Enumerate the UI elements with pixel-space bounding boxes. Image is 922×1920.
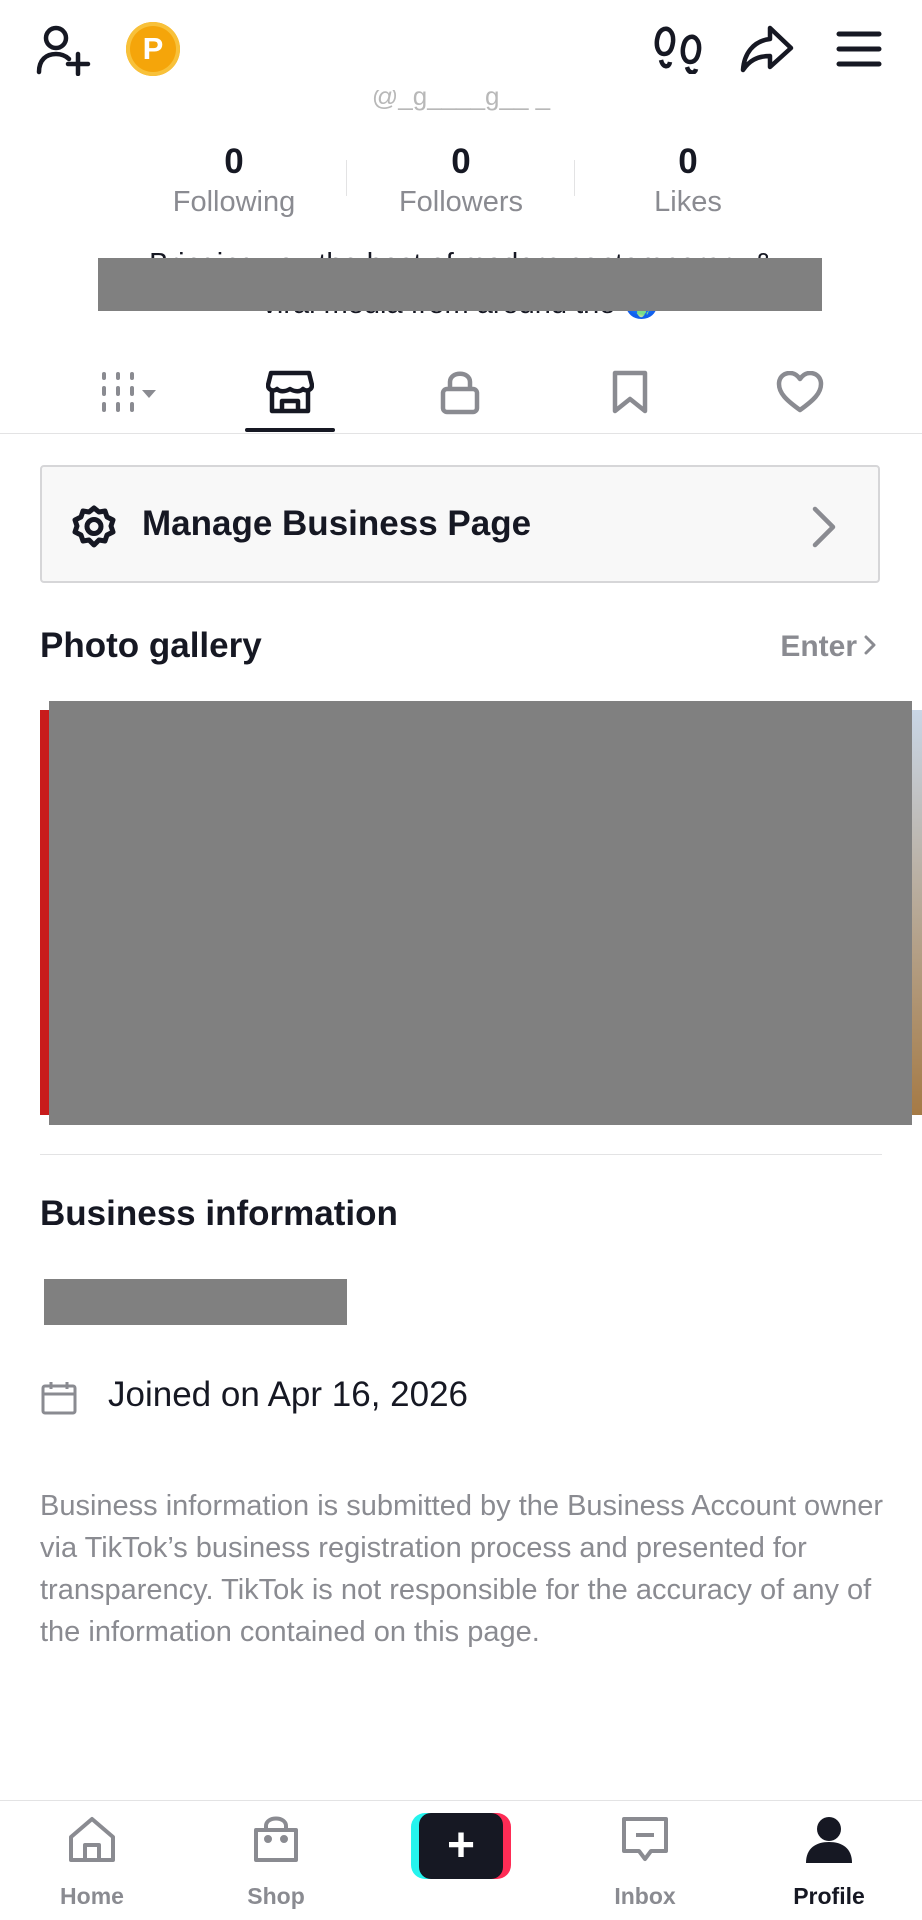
nav-profile[interactable]: Profile: [759, 1801, 899, 1920]
nav-home[interactable]: Home: [22, 1801, 162, 1920]
gear-icon: [72, 505, 116, 549]
tab-shop[interactable]: [230, 350, 350, 434]
shopping-bag-icon: [251, 1815, 301, 1868]
grid-dropdown-icon: [98, 370, 162, 414]
coin-letter: P: [142, 31, 164, 66]
divider: [40, 1154, 882, 1155]
likes-count: 0: [678, 142, 698, 181]
joined-date: Joined on Apr 16, 2026: [108, 1375, 469, 1414]
stat-followers[interactable]: 0 Followers: [361, 140, 561, 220]
top-bar: P: [0, 0, 922, 100]
active-tab-indicator: [245, 428, 335, 432]
photo-gallery-enter-link[interactable]: Enter: [780, 630, 877, 664]
nav-inbox-label: Inbox: [614, 1883, 676, 1909]
menu-icon[interactable]: [836, 30, 882, 68]
business-info-title: Business information: [40, 1194, 398, 1233]
share-icon[interactable]: [740, 24, 794, 74]
username: @_g____g__ _: [371, 90, 551, 111]
chevron-right-icon: [863, 630, 877, 664]
lock-icon: [440, 369, 480, 415]
profile-icon: [804, 1815, 854, 1870]
nav-profile-label: Profile: [793, 1883, 865, 1909]
tab-liked[interactable]: [740, 350, 860, 434]
coin-badge[interactable]: P: [126, 22, 180, 76]
profile-page: P @_g____g__ _ 0 Following 0 Followers 0…: [0, 0, 922, 1920]
nav-shop[interactable]: Shop: [206, 1801, 346, 1920]
nav-inbox[interactable]: Inbox: [575, 1801, 715, 1920]
business-info-disclaimer: Business information is submitted by the…: [40, 1490, 884, 1648]
nav-home-label: Home: [60, 1883, 124, 1909]
tab-private[interactable]: [400, 350, 520, 434]
gallery-redaction: [49, 701, 912, 1125]
likes-label: Likes: [654, 186, 722, 218]
home-icon: [67, 1815, 117, 1868]
bookmark-icon: [612, 370, 648, 414]
manage-business-label: Manage Business Page: [142, 504, 532, 543]
tab-saved[interactable]: [570, 350, 690, 434]
tab-videos[interactable]: [70, 350, 190, 434]
stat-likes[interactable]: 0 Likes: [588, 140, 788, 220]
enter-label: Enter: [780, 630, 857, 663]
stat-divider: [574, 160, 575, 196]
plus-icon: +: [419, 1813, 503, 1879]
divider: [0, 433, 922, 434]
photo-gallery-title: Photo gallery: [40, 626, 262, 665]
followers-label: Followers: [398, 186, 524, 218]
manage-business-page-button[interactable]: Manage Business Page: [40, 465, 880, 583]
stat-divider: [346, 160, 347, 196]
shop-icon: [266, 369, 314, 415]
nav-shop-label: Shop: [247, 1883, 305, 1909]
profile-tabs: [0, 350, 922, 434]
stat-following[interactable]: 0 Following: [134, 140, 334, 220]
following-count: 0: [224, 142, 244, 181]
create-button[interactable]: +: [411, 1813, 511, 1879]
chevron-right-icon: [810, 505, 838, 549]
business-detail-redaction: [44, 1279, 347, 1325]
add-friend-icon[interactable]: [36, 24, 92, 76]
followers-count: 0: [451, 142, 471, 181]
calendar-icon: [41, 1381, 77, 1415]
footprints-icon[interactable]: [654, 24, 702, 74]
inbox-icon: [620, 1815, 670, 1868]
bottom-navigation: Home Shop + Inbox Profile: [0, 1800, 922, 1920]
heart-icon: [776, 371, 824, 413]
following-label: Following: [172, 186, 296, 218]
bio-redaction: [98, 258, 822, 311]
